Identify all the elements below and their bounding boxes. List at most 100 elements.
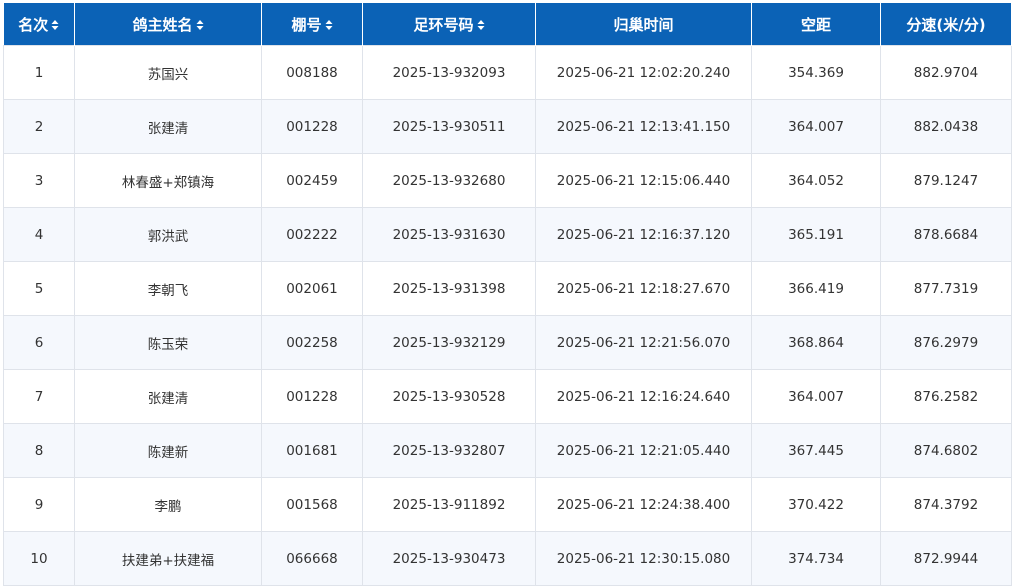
cell-loft-number: 001228 [261, 369, 363, 424]
cell-arrival-time: 2025-06-21 12:21:56.070 [535, 315, 752, 370]
cell-rank: 6 [3, 315, 75, 370]
cell-owner-name: 张建清 [74, 369, 262, 424]
cell-distance: 367.445 [751, 423, 881, 478]
cell-arrival-time: 2025-06-21 12:16:37.120 [535, 207, 752, 262]
cell-distance: 364.007 [751, 99, 881, 154]
cell-ring-number: 2025-13-911892 [362, 477, 536, 532]
cell-speed: 882.9704 [880, 45, 1012, 100]
table-body: 1 苏国兴 008188 2025-13-932093 2025-06-21 12:02… [3, 45, 1012, 586]
sort-arrows-icon[interactable] [51, 19, 59, 31]
cell-loft-number: 001568 [261, 477, 363, 532]
cell-rank: 8 [3, 423, 75, 478]
column-header-arrival-time: 归巢时间 [535, 3, 752, 46]
table-row: 8 陈建新 001681 2025-13-932807 2025-06-21 12:21… [3, 423, 1012, 478]
cell-arrival-time: 2025-06-21 12:30:15.080 [535, 531, 752, 586]
cell-rank: 3 [3, 153, 75, 208]
table-row: 2 张建清 001228 2025-13-930511 2025-06-21 12:13… [3, 99, 1012, 154]
cell-owner-name: 扶建弟+扶建福 [74, 531, 262, 586]
cell-distance: 374.734 [751, 531, 881, 586]
cell-ring-number: 2025-13-930528 [362, 369, 536, 424]
results-table-container: 名次 鸽主姓名 棚号 足环号码 归巢时间 空距 分速(米/分) 1 苏国兴 008188 2025… [3, 3, 1012, 586]
cell-owner-name: 李朝飞 [74, 261, 262, 316]
cell-loft-number: 002222 [261, 207, 363, 262]
cell-distance: 365.191 [751, 207, 881, 262]
cell-loft-number: 002459 [261, 153, 363, 208]
results-table: 名次 鸽主姓名 棚号 足环号码 归巢时间 空距 分速(米/分) 1 苏国兴 008188 2025… [3, 3, 1012, 586]
cell-speed: 872.9944 [880, 531, 1012, 586]
cell-loft-number: 002258 [261, 315, 363, 370]
column-header-label: 分速(米/分) [906, 15, 986, 34]
cell-distance: 364.052 [751, 153, 881, 208]
column-header-rank[interactable]: 名次 [3, 3, 75, 46]
cell-speed: 874.3792 [880, 477, 1012, 532]
table-row: 6 陈玉荣 002258 2025-13-932129 2025-06-21 12:21… [3, 315, 1012, 370]
table-row: 9 李鹏 001568 2025-13-911892 2025-06-21 12:24:… [3, 477, 1012, 532]
cell-distance: 364.007 [751, 369, 881, 424]
column-header-speed: 分速(米/分) [880, 3, 1012, 46]
cell-arrival-time: 2025-06-21 12:18:27.670 [535, 261, 752, 316]
cell-owner-name: 张建清 [74, 99, 262, 154]
column-header-ring-number[interactable]: 足环号码 [362, 3, 536, 46]
sort-arrows-icon[interactable] [196, 19, 204, 31]
cell-speed: 878.6684 [880, 207, 1012, 262]
sort-arrows-icon[interactable] [477, 19, 485, 31]
cell-speed: 882.0438 [880, 99, 1012, 154]
cell-speed: 877.7319 [880, 261, 1012, 316]
cell-rank: 10 [3, 531, 75, 586]
cell-arrival-time: 2025-06-21 12:13:41.150 [535, 99, 752, 154]
cell-speed: 876.2979 [880, 315, 1012, 370]
cell-distance: 368.864 [751, 315, 881, 370]
column-header-label: 名次 [18, 15, 49, 34]
table-row: 3 林春盛+郑镇海 002459 2025-13-932680 2025-06-21 1… [3, 153, 1012, 208]
cell-ring-number: 2025-13-931398 [362, 261, 536, 316]
cell-distance: 354.369 [751, 45, 881, 100]
cell-rank: 2 [3, 99, 75, 154]
cell-owner-name: 林春盛+郑镇海 [74, 153, 262, 208]
cell-owner-name: 郭洪武 [74, 207, 262, 262]
cell-rank: 7 [3, 369, 75, 424]
column-header-label: 归巢时间 [613, 15, 674, 34]
cell-ring-number: 2025-13-932807 [362, 423, 536, 478]
column-header-distance: 空距 [751, 3, 881, 46]
sort-arrows-icon[interactable] [325, 19, 333, 31]
cell-rank: 9 [3, 477, 75, 532]
column-header-owner-name[interactable]: 鸽主姓名 [74, 3, 262, 46]
cell-loft-number: 066668 [261, 531, 363, 586]
column-header-loft-number[interactable]: 棚号 [261, 3, 363, 46]
column-header-label: 空距 [800, 15, 831, 34]
cell-owner-name: 陈玉荣 [74, 315, 262, 370]
cell-rank: 4 [3, 207, 75, 262]
cell-owner-name: 李鹏 [74, 477, 262, 532]
cell-ring-number: 2025-13-931630 [362, 207, 536, 262]
table-row: 4 郭洪武 002222 2025-13-931630 2025-06-21 12:16… [3, 207, 1012, 262]
column-header-label: 鸽主姓名 [132, 15, 193, 34]
cell-loft-number: 002061 [261, 261, 363, 316]
cell-rank: 5 [3, 261, 75, 316]
cell-rank: 1 [3, 45, 75, 100]
cell-speed: 876.2582 [880, 369, 1012, 424]
cell-arrival-time: 2025-06-21 12:15:06.440 [535, 153, 752, 208]
column-header-label: 足环号码 [413, 15, 474, 34]
table-row: 10 扶建弟+扶建福 066668 2025-13-930473 2025-06-21 … [3, 531, 1012, 586]
column-header-label: 棚号 [291, 15, 322, 34]
cell-speed: 879.1247 [880, 153, 1012, 208]
cell-arrival-time: 2025-06-21 12:02:20.240 [535, 45, 752, 100]
cell-arrival-time: 2025-06-21 12:24:38.400 [535, 477, 752, 532]
cell-ring-number: 2025-13-930473 [362, 531, 536, 586]
table-header-row: 名次 鸽主姓名 棚号 足环号码 归巢时间 空距 分速(米/分) [3, 3, 1012, 46]
cell-ring-number: 2025-13-930511 [362, 99, 536, 154]
cell-owner-name: 陈建新 [74, 423, 262, 478]
cell-owner-name: 苏国兴 [74, 45, 262, 100]
table-row: 5 李朝飞 002061 2025-13-931398 2025-06-21 12:18… [3, 261, 1012, 316]
cell-distance: 366.419 [751, 261, 881, 316]
table-row: 1 苏国兴 008188 2025-13-932093 2025-06-21 12:02… [3, 45, 1012, 100]
table-row: 7 张建清 001228 2025-13-930528 2025-06-21 12:16… [3, 369, 1012, 424]
cell-arrival-time: 2025-06-21 12:21:05.440 [535, 423, 752, 478]
cell-ring-number: 2025-13-932129 [362, 315, 536, 370]
cell-speed: 874.6802 [880, 423, 1012, 478]
cell-loft-number: 001228 [261, 99, 363, 154]
cell-loft-number: 001681 [261, 423, 363, 478]
cell-ring-number: 2025-13-932093 [362, 45, 536, 100]
cell-arrival-time: 2025-06-21 12:16:24.640 [535, 369, 752, 424]
cell-loft-number: 008188 [261, 45, 363, 100]
